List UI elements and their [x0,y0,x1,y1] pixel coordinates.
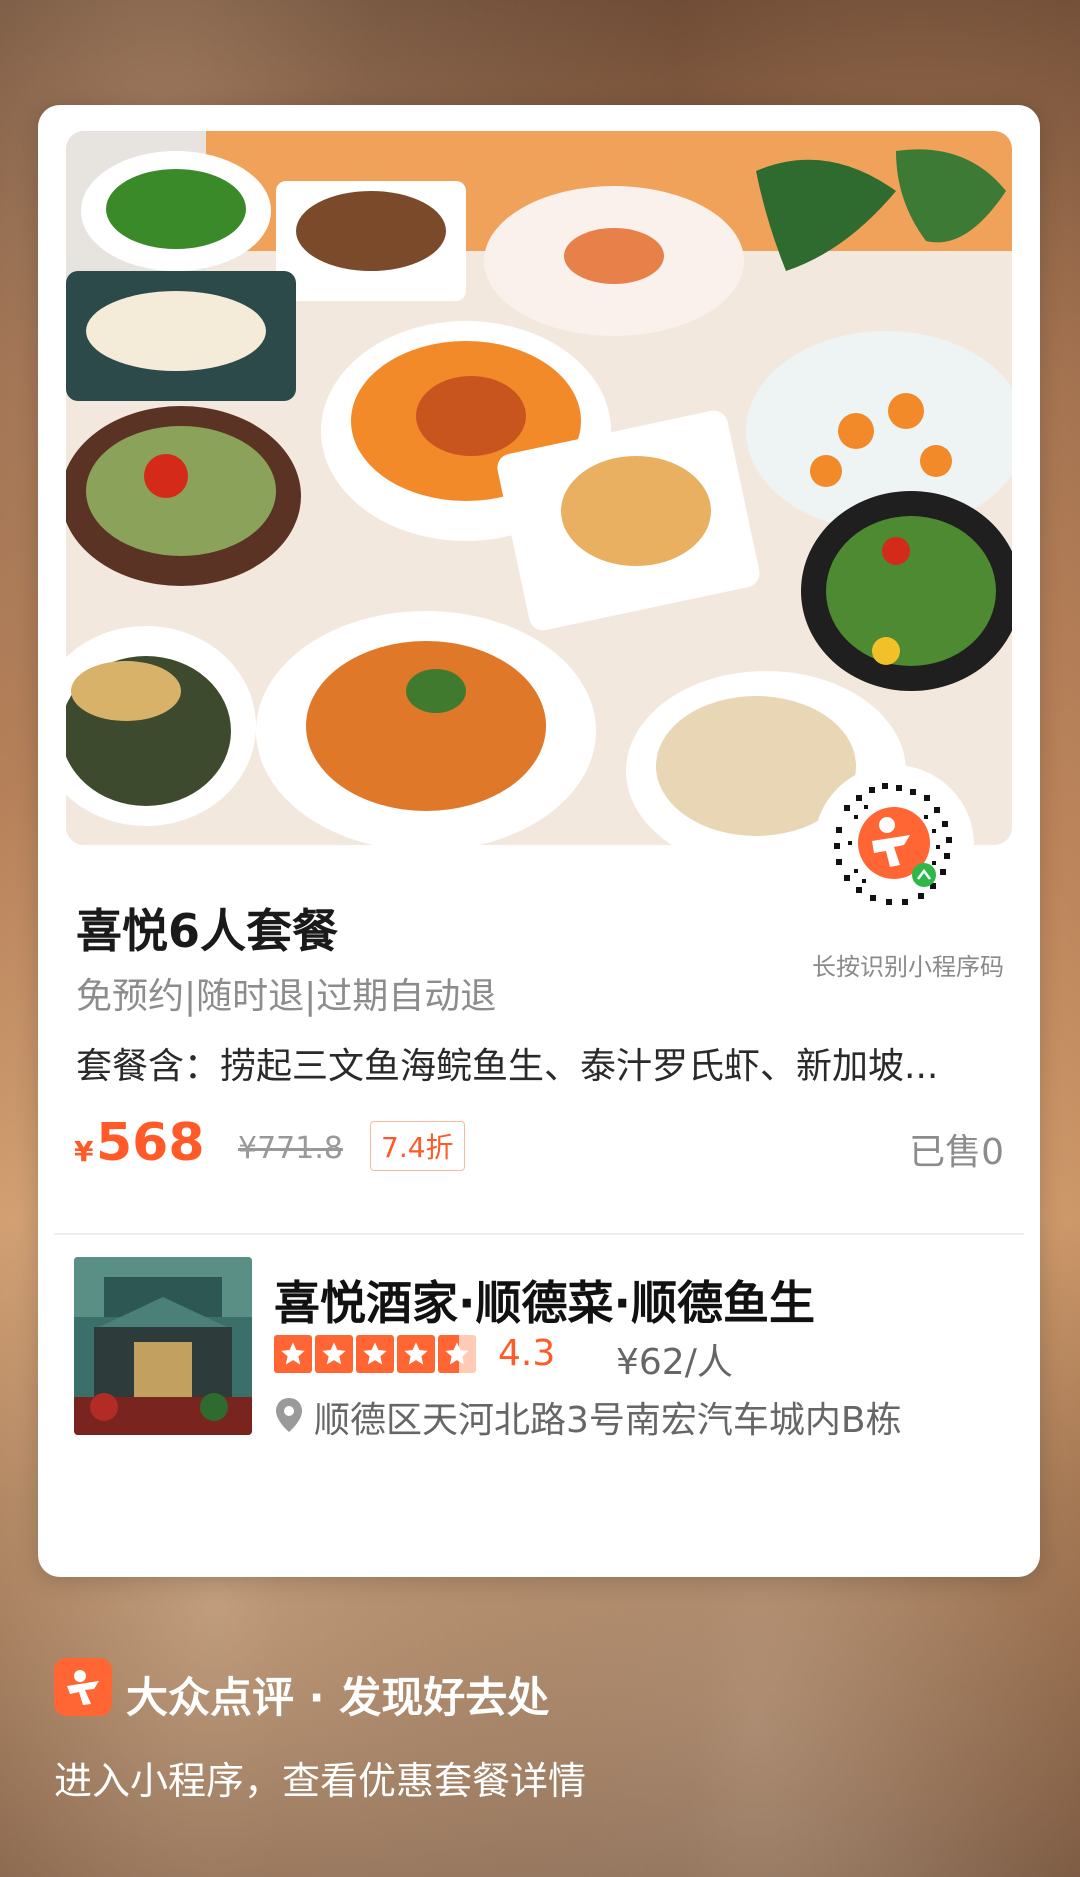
location-pin-icon [274,1397,304,1437]
deal-photo [66,131,1012,845]
star-icon [315,1335,353,1373]
shop-name[interactable]: 喜悦酒家·顺德菜·顺德鱼生 [274,1267,815,1333]
discount-badge: 7.4折 [370,1121,465,1171]
price-currency: ¥ [74,1135,94,1168]
dianping-logo-icon [54,1658,112,1716]
rating-score: 4.3 [498,1333,556,1374]
deal-price: 568 [96,1113,205,1173]
mini-program-qr-icon[interactable] [814,765,974,925]
star-icon [397,1335,435,1373]
brand-slogan: 大众点评 · 发现好去处 [126,1673,550,1722]
star-rating [274,1335,476,1373]
sold-count: 已售0 [909,1132,1004,1173]
deal-includes: 套餐含：捞起三文鱼海鲩鱼生、泰汁罗氏虾、新加坡... [76,1046,939,1087]
star-icon [438,1335,476,1373]
shop-photo[interactable] [74,1257,252,1435]
average-price: ¥62/人 [616,1342,733,1383]
rating-row: 4.3 ¥62/人 [274,1333,974,1383]
star-icon [356,1335,394,1373]
price-row: ¥ 568 ¥771.8 7.4折 已售0 [74,1113,1004,1173]
deal-tags: 免预约|随时退|过期自动退 [76,976,497,1017]
footer-subtitle: 进入小程序，查看优惠套餐详情 [54,1759,587,1803]
divider [54,1233,1024,1235]
address-row[interactable]: 顺德区天河北路3号南宏汽车城内B栋 [274,1391,1014,1441]
original-price: ¥771.8 [238,1131,343,1166]
shop-address: 顺德区天河北路3号南宏汽车城内B栋 [314,1400,902,1441]
deal-title: 喜悦6人套餐 [76,904,339,958]
deal-card[interactable]: 长按识别小程序码 喜悦6人套餐 免预约|随时退|过期自动退 套餐含：捞起三文鱼海… [38,105,1040,1577]
star-icon [274,1335,312,1373]
qr-hint: 长按识别小程序码 [812,953,1004,981]
